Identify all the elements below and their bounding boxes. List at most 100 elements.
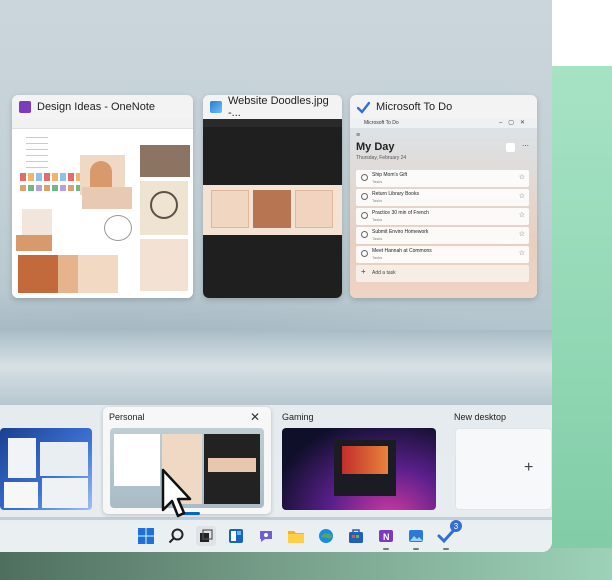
star-icon: ☆ (518, 193, 525, 200)
svg-text:N: N (383, 532, 390, 542)
mandala-sketch (104, 215, 132, 241)
window-card-todo[interactable]: Microsoft To Do Microsoft To Do –▢✕ ≡ My… (350, 95, 537, 298)
photos-icon[interactable] (406, 526, 426, 550)
add-icon: + (361, 267, 366, 276)
mini-doodles (208, 458, 256, 472)
notification-badge: 3 (450, 520, 462, 532)
my-day-heading: My Day (356, 141, 395, 153)
star-icon: ☆ (518, 212, 525, 219)
add-task-label: Add a task (372, 270, 396, 276)
onenote-icon[interactable]: N (376, 526, 396, 550)
todo-titlebar: Microsoft To Do –▢✕ (350, 119, 537, 128)
desktop-thumbnail-1[interactable] (0, 428, 92, 510)
mini-game-art (342, 446, 388, 474)
photo-vases (18, 255, 118, 293)
todo-app-title: Microsoft To Do (364, 120, 399, 126)
doodle-leaf (295, 190, 333, 228)
taskbar: N 3 (0, 520, 552, 552)
mini-window (40, 442, 88, 476)
task-list: Tasks (372, 217, 383, 222)
task-list: Tasks (372, 255, 383, 260)
window-title: Website Doodles.jpg -... (228, 95, 329, 119)
list-item: Practice 30 min of French Tasks ☆ (356, 208, 529, 225)
task-title: Return Library Books (372, 191, 419, 197)
checkbox-icon (361, 193, 368, 200)
suggestions-icon (506, 143, 515, 152)
photo-eggs (140, 145, 190, 177)
sketch-scribble (82, 187, 132, 209)
window-header: Microsoft To Do (350, 95, 537, 119)
color-swatches-2 (20, 185, 80, 191)
new-desktop-button[interactable]: + (455, 428, 552, 510)
checkbox-icon (361, 250, 368, 257)
doodle-sun (253, 190, 291, 228)
task-title: Submit Enviro Homework (372, 229, 429, 235)
thumbnail-toolbar (12, 119, 193, 129)
edge-icon[interactable] (316, 526, 336, 546)
onenote-thumbnail (12, 119, 193, 298)
todo-thumbnail: Microsoft To Do –▢✕ ≡ My Day Thursday, F… (350, 119, 537, 298)
list-item: Return Library Books Tasks ☆ (356, 189, 529, 206)
window-header: Design Ideas - OneNote (12, 95, 193, 119)
task-list: Tasks (372, 198, 383, 203)
task-title: Meet Hannah at Commons (372, 248, 432, 254)
more-icon: ⋯ (522, 143, 529, 150)
task-view-overlay: Design Ideas - OneNote Website Doodles.j… (0, 0, 552, 552)
mini-window (8, 438, 36, 478)
mini-onenote (114, 434, 160, 486)
desktop-label-personal: Personal (109, 412, 145, 422)
list-item: Submit Enviro Homework Tasks ☆ (356, 227, 529, 244)
sketch-arch-2 (140, 239, 188, 291)
sketch-arch (90, 161, 112, 187)
task-title: Practice 30 min of French (372, 210, 429, 216)
running-indicator (413, 548, 419, 550)
star-icon: ☆ (518, 250, 525, 257)
window-header: Website Doodles.jpg -... (203, 95, 342, 119)
add-task-field: + Add a task (356, 265, 529, 282)
window-title: Microsoft To Do (376, 101, 453, 113)
window-title: Design Ideas - OneNote (37, 101, 156, 113)
menu-icon: ≡ (356, 132, 361, 139)
file-explorer-icon[interactable] (286, 526, 306, 546)
mini-window (4, 482, 38, 508)
color-block (16, 235, 52, 251)
running-indicator (383, 548, 389, 550)
color-swatches (20, 173, 80, 181)
task-list: Tasks (372, 236, 383, 241)
desktop-thumbnail-gaming[interactable] (282, 428, 436, 510)
chat-icon[interactable] (256, 526, 276, 546)
photos-icon (210, 101, 222, 113)
desktop-label-new: New desktop (454, 412, 507, 422)
checkbox-icon (361, 174, 368, 181)
list-item: Meet Hannah at Commons Tasks ☆ (356, 246, 529, 263)
task-title: Ship Mom's Gift (372, 172, 408, 178)
todo-icon[interactable]: 3 (436, 520, 462, 550)
star-icon: ☆ (518, 174, 525, 181)
running-indicator (443, 548, 449, 550)
doodle-rainbow (211, 190, 249, 228)
onenote-icon (19, 101, 31, 113)
mouse-cursor-icon (161, 468, 192, 518)
wallpaper-lake (0, 330, 552, 410)
desktop-label-gaming: Gaming (282, 412, 314, 422)
checkbox-icon (361, 212, 368, 219)
task-list: Tasks (372, 179, 383, 184)
photos-thumbnail (203, 119, 342, 298)
background-strip (0, 548, 612, 580)
close-icon[interactable]: ✕ (250, 410, 260, 424)
note-sketch (22, 209, 52, 237)
plus-icon: + (524, 459, 534, 476)
note-list (26, 137, 48, 177)
widgets-icon[interactable] (226, 526, 246, 546)
store-icon[interactable] (346, 526, 366, 546)
star-icon: ☆ (518, 231, 525, 238)
windows-start-icon[interactable] (136, 526, 156, 546)
task-view-icon[interactable] (196, 526, 216, 546)
window-card-onenote[interactable]: Design Ideas - OneNote (12, 95, 193, 298)
window-controls: –▢✕ (498, 120, 531, 126)
checkbox-icon (361, 231, 368, 238)
todo-date: Thursday, February 24 (356, 155, 407, 161)
search-icon[interactable] (166, 526, 186, 546)
window-card-photos[interactable]: Website Doodles.jpg -... (203, 95, 342, 298)
thumbnail-toolbar (203, 119, 342, 127)
